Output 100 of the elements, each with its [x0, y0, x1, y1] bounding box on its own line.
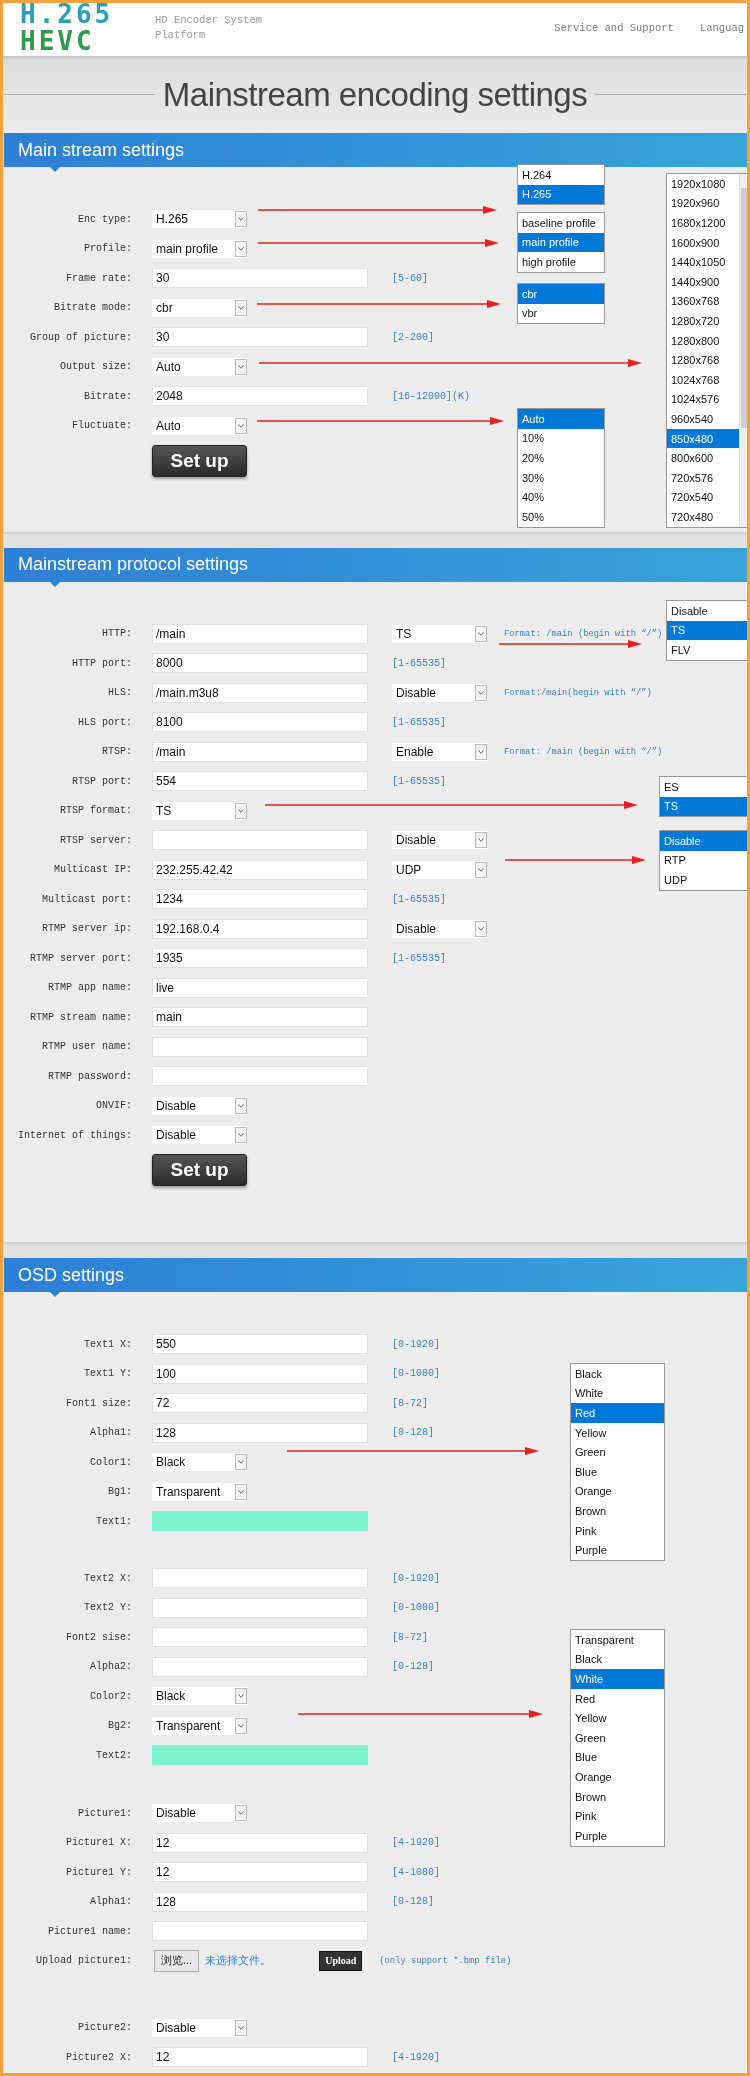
input-field[interactable] [152, 1627, 368, 1647]
dropdown-select[interactable]: Disable [392, 831, 487, 849]
input-field[interactable] [152, 1066, 368, 1086]
range-hint: [4-1080] [392, 1866, 440, 1878]
input-field[interactable]: 128 [152, 1891, 368, 1912]
browse-button[interactable]: 浏览... [154, 1949, 200, 1972]
field-label: Picture1: [77, 1807, 132, 1819]
dropdown-option[interactable]: main profile [518, 232, 604, 253]
field-label: RTMP server ip: [41, 923, 132, 934]
field-label: Color1: [89, 1456, 132, 1468]
input-field[interactable]: /main [152, 623, 368, 644]
input-field[interactable]: 1935 [152, 948, 368, 968]
input-field[interactable]: 8000 [152, 653, 368, 673]
dropdown-select[interactable]: Disable [392, 919, 487, 938]
input-field[interactable]: 100 [152, 1363, 368, 1384]
dropdown-select[interactable]: UDP [392, 860, 487, 879]
range-hint: [0-128] [392, 1427, 434, 1438]
input-field[interactable] [152, 1921, 368, 1941]
dropdown-select[interactable]: Transparent [152, 1716, 247, 1735]
text-input-field[interactable] [152, 1511, 368, 1531]
range-hint: [2-200] [392, 331, 434, 343]
dropdown-select[interactable]: Disable [152, 1096, 247, 1115]
upload-button[interactable]: Upload [319, 1950, 363, 1971]
nav-link[interactable]: Languag [699, 22, 744, 34]
caret-icon [475, 861, 487, 878]
field-label: ONVIF: [95, 1100, 132, 1111]
field-label: RTMP password: [47, 1070, 132, 1082]
dropdown-option[interactable]: H.265 [518, 184, 604, 205]
input-field[interactable] [152, 1568, 368, 1588]
input-field[interactable]: 128 [152, 1422, 368, 1443]
dropdown-select[interactable]: Black [152, 1687, 247, 1705]
range-hint: [1-65535] [392, 657, 446, 669]
dropdown-select[interactable]: TS [152, 801, 247, 820]
dropdown-select[interactable]: Auto [152, 416, 247, 435]
nav-link[interactable]: Service and Support [554, 22, 674, 34]
scrollbar[interactable] [739, 174, 749, 527]
dropdown-option[interactable]: cbr [518, 284, 604, 304]
caret-icon [235, 211, 247, 227]
input-field[interactable] [152, 830, 368, 850]
input-field[interactable]: 554 [152, 771, 368, 791]
pointer-notch [50, 1292, 60, 1297]
input-field[interactable]: live [152, 977, 368, 998]
format-hint: Format: /main (begin with “/”) [504, 628, 663, 639]
dropdown-option[interactable]: Red [571, 1403, 664, 1423]
field-label: Picture2: [77, 2022, 132, 2033]
dropdown-option[interactable]: Disable [660, 831, 749, 851]
field-label: Frame rate: [65, 272, 132, 284]
dropdown-select[interactable]: Enable [392, 742, 487, 761]
dropdown-option[interactable]: 850x480 [667, 428, 739, 449]
setup-button[interactable]: Set up [152, 1154, 247, 1186]
dropdown-select[interactable]: Disable [152, 1126, 247, 1144]
caret-icon [235, 802, 247, 819]
input-field[interactable]: 192.168.0.4 [152, 918, 368, 939]
dropdown-select[interactable]: cbr [152, 298, 247, 317]
input-field[interactable]: 12 [152, 2047, 368, 2067]
input-field[interactable]: 12 [152, 1832, 368, 1853]
dropdown-option[interactable]: TS [667, 620, 749, 641]
dropdown-select[interactable]: main profile [152, 239, 247, 258]
field-label: Group of picture: [28, 331, 132, 343]
dropdown-option[interactable]: Auto [518, 409, 604, 429]
input-field[interactable]: 12 [152, 1862, 368, 1882]
dropdown-select[interactable]: Disable [152, 2018, 247, 2037]
dropdown-select[interactable]: H.265 [152, 210, 247, 228]
input-field[interactable]: /main.m3u8 [152, 682, 368, 703]
dropdown-option[interactable]: TS [660, 796, 749, 817]
input-field[interactable] [152, 1036, 368, 1057]
dropdown-select[interactable]: TS [392, 624, 487, 643]
dropdown-select[interactable]: Disable [152, 1804, 247, 1822]
input-field[interactable]: 30 [152, 268, 368, 288]
dropdown-select[interactable]: Black [152, 1453, 247, 1471]
caret-icon [235, 1717, 247, 1734]
input-field[interactable]: 72 [152, 1393, 368, 1413]
input-field[interactable] [152, 1656, 368, 1677]
input-field[interactable]: 1234 [152, 889, 368, 909]
field-label: Text1 X: [83, 1338, 132, 1350]
input-field[interactable]: 30 [152, 327, 368, 347]
dropdown-option[interactable]: White [571, 1669, 664, 1689]
field-label: HTTP port: [71, 657, 132, 669]
caret-icon [235, 1805, 247, 1821]
caret-icon [475, 743, 487, 760]
logo-text: H.265 [20, 1, 115, 28]
field-label: Fluctuate: [71, 420, 132, 431]
input-field[interactable]: main [152, 1007, 368, 1027]
input-field[interactable]: 8100 [152, 712, 368, 732]
dropdown-select[interactable]: Transparent [152, 1482, 247, 1501]
input-field[interactable]: 2048 [152, 386, 368, 406]
section-title: Mainstream protocol settings [18, 554, 249, 575]
text-input-field[interactable] [152, 1745, 368, 1765]
setup-button[interactable]: Set up [152, 444, 247, 477]
input-field[interactable]: 550 [152, 1334, 368, 1354]
dropdown-select[interactable]: Auto [152, 357, 247, 376]
dropdown-select[interactable]: Disable [392, 683, 487, 702]
field-label: RTSP server: [59, 834, 132, 846]
range-hint: [5-60] [392, 272, 428, 284]
input-field[interactable]: /main [152, 741, 368, 762]
platform-title: HD Encoder System Platform [155, 13, 264, 43]
input-field[interactable]: 232.255.42.42 [152, 859, 368, 880]
caret-icon [475, 684, 487, 701]
range-hint: [0-1920] [392, 1338, 440, 1350]
input-field[interactable] [152, 1597, 368, 1618]
